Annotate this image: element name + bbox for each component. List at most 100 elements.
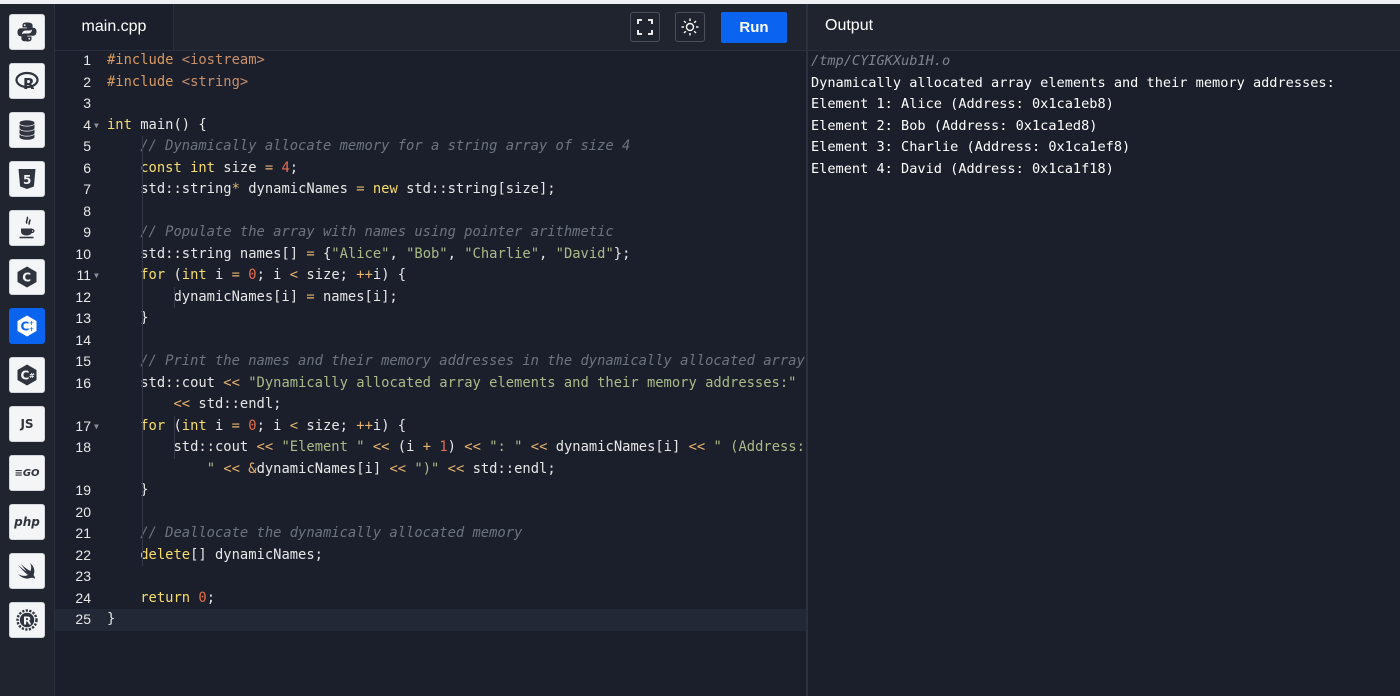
code-text: #include <iostream>: [107, 51, 265, 72]
code-line-wrapped[interactable]: << std::endl;: [55, 394, 806, 416]
language-button-rust[interactable]: R: [9, 602, 45, 638]
code-line[interactable]: 8: [55, 201, 806, 223]
line-number: 16: [75, 374, 91, 391]
code-line[interactable]: 22 delete[] dynamicNames;: [55, 545, 806, 567]
code-token: {: [314, 245, 332, 262]
language-button-java[interactable]: [9, 210, 45, 246]
code-token: // Populate the array with names using p…: [140, 224, 614, 240]
code-token: <<: [173, 396, 191, 412]
code-text: #include <string>: [107, 72, 248, 94]
c-icon: C: [17, 266, 37, 288]
line-number: 12: [75, 288, 91, 305]
code-text: // Dynamically allocate memory for a str…: [107, 136, 630, 158]
code-line[interactable]: 6 const int size = 4;: [55, 158, 806, 180]
code-line[interactable]: 21 // Deallocate the dynamically allocat…: [55, 523, 806, 545]
fold-toggle-icon[interactable]: ▼: [94, 265, 99, 287]
code-token: dynamicNames[i]: [107, 288, 307, 305]
code-token: <<: [688, 439, 706, 455]
code-line[interactable]: 15 // Print the names and their memory a…: [55, 351, 806, 373]
code-line[interactable]: 1 #include <iostream>: [55, 51, 806, 72]
file-tab-main-cpp[interactable]: main.cpp: [55, 4, 174, 50]
code-line[interactable]: 20: [55, 502, 806, 524]
language-button-cpp[interactable]: C + +: [9, 308, 45, 344]
code-token: // Dynamically allocate memory for a str…: [140, 138, 631, 154]
fold-toggle-icon[interactable]: ▼: [94, 416, 99, 438]
language-button-csharp[interactable]: C #: [9, 357, 45, 393]
code-token: ": [206, 460, 215, 477]
line-number: 5: [83, 138, 91, 154]
code-token: dynamicNames[i]: [547, 439, 689, 455]
code-line[interactable]: 23: [55, 566, 806, 588]
code-line[interactable]: 12 dynamicNames[i] = names[i];: [55, 287, 806, 309]
line-number: 20: [75, 503, 91, 520]
language-button-r[interactable]: R: [9, 63, 45, 99]
code-token: "David": [555, 245, 614, 262]
language-button-html[interactable]: 5: [9, 161, 45, 197]
code-text: for (int i = 0; i < size; ++i) {: [107, 265, 406, 287]
code-token: for: [140, 417, 166, 434]
svg-text:R: R: [23, 75, 35, 92]
code-token: const int: [140, 159, 215, 176]
js-icon: JS: [20, 417, 34, 431]
html5-icon: 5: [18, 169, 36, 189]
code-line[interactable]: 10 std::string names[] = {"Alice", "Bob"…: [55, 244, 806, 266]
language-button-php[interactable]: php: [9, 504, 45, 540]
cpp-icon: C ++: [17, 315, 37, 337]
code-line[interactable]: 13 }: [55, 308, 806, 330]
code-line[interactable]: 3: [55, 93, 806, 115]
language-button-javascript[interactable]: JS: [9, 406, 45, 442]
code-text: " << &dynamicNames[i] << ")" << std::end…: [107, 459, 556, 481]
code-text: // Print the names and their memory addr…: [107, 351, 805, 373]
go-icon: ≡GO: [14, 467, 40, 479]
fold-toggle-icon[interactable]: ▼: [94, 115, 99, 137]
code-token: ; i: [256, 417, 290, 434]
code-line[interactable]: 19 }: [55, 480, 806, 502]
line-number: 2: [83, 73, 91, 90]
code-line-wrapped[interactable]: " << &dynamicNames[i] << ")" << std::end…: [55, 459, 806, 481]
code-token: <<: [447, 460, 465, 477]
code-text: << std::endl;: [107, 394, 281, 416]
language-button-sql[interactable]: [9, 112, 45, 148]
r-icon: R: [15, 71, 39, 92]
code-text: std::string names[] = {"Alice", "Bob", "…: [107, 244, 630, 266]
svg-text:5: 5: [23, 173, 31, 187]
run-button[interactable]: Run: [721, 12, 787, 43]
language-button-swift[interactable]: [9, 553, 45, 589]
code-line[interactable]: 16 std::cout << "Dynamically allocated a…: [55, 373, 806, 395]
code-token: <: [289, 417, 299, 434]
code-token: size;: [298, 267, 357, 283]
code-line[interactable]: 25}: [55, 609, 806, 631]
code-line[interactable]: 4 ▼ int main() {: [55, 115, 806, 137]
code-line[interactable]: 18 std::cout << "Element " << (i + 1) <<…: [55, 437, 806, 459]
code-token: main() {: [131, 116, 207, 133]
language-button-go[interactable]: ≡GO: [9, 455, 45, 491]
code-token: std::cout: [107, 374, 224, 391]
output-header: Output: [808, 4, 1400, 51]
code-token: };: [613, 245, 631, 262]
code-line[interactable]: 7 std::string* dynamicNames = new std::s…: [55, 179, 806, 201]
language-button-python[interactable]: [9, 14, 45, 50]
theme-toggle-button[interactable]: [675, 12, 705, 42]
code-line[interactable]: 9 // Populate the array with names using…: [55, 222, 806, 244]
code-line[interactable]: 11 ▼ for (int i = 0; i < size; ++i) {: [55, 265, 806, 287]
code-line[interactable]: 24 return 0;: [55, 588, 806, 610]
code-token: new: [372, 181, 398, 197]
code-line[interactable]: 2 #include <string>: [55, 72, 806, 94]
code-token: (: [165, 267, 182, 283]
line-number: 11: [76, 267, 91, 283]
language-button-c[interactable]: C: [9, 259, 45, 295]
fullscreen-button[interactable]: [630, 12, 660, 42]
code-line[interactable]: 14: [55, 330, 806, 352]
code-token: ;: [289, 159, 299, 176]
code-editor[interactable]: 1 #include <iostream> 2 #include <string> 3 4…: [55, 51, 806, 696]
code-token: #include: [107, 52, 182, 68]
code-token: int: [107, 116, 132, 133]
code-line[interactable]: 17 ▼ for (int i = 0; i < size; ++i) {: [55, 416, 806, 438]
code-line[interactable]: 5 // Dynamically allocate memory for a s…: [55, 136, 806, 158]
